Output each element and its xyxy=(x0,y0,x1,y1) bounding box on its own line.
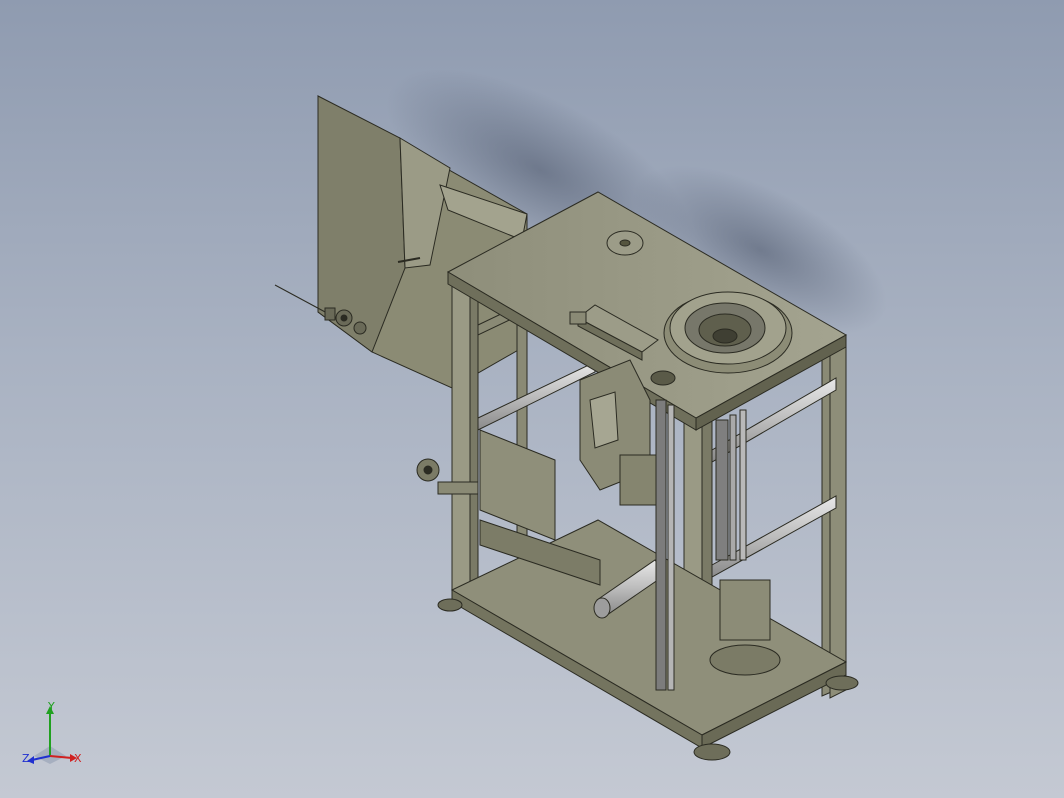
y-axis-label: Y xyxy=(47,700,55,713)
graphics-viewport[interactable]: Y X Z xyxy=(0,0,1064,798)
x-axis-label: X xyxy=(74,752,82,765)
machine-model[interactable] xyxy=(0,0,1064,798)
z-axis-label: Z xyxy=(22,752,30,765)
axis-triad: Y X Z xyxy=(22,700,82,765)
